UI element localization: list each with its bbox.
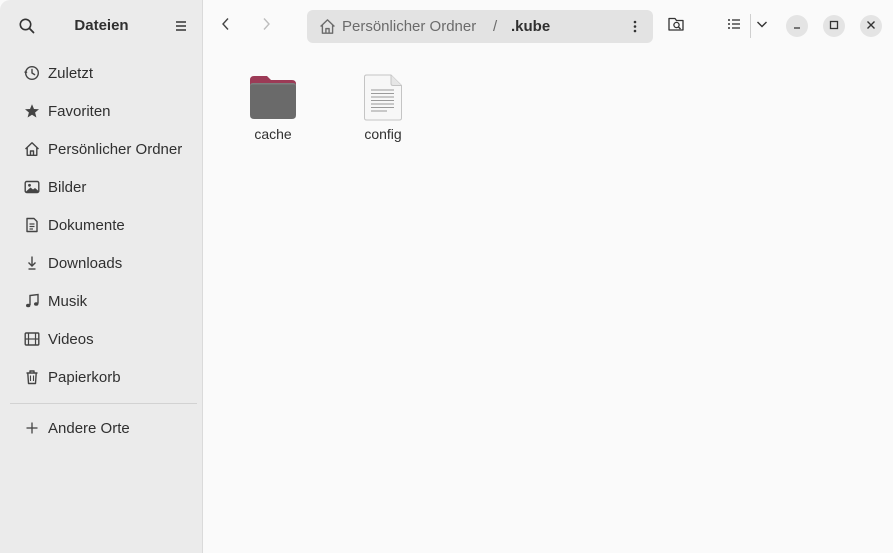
sidebar-item-label: Videos [48, 330, 94, 348]
sidebar-header: Dateien [0, 0, 202, 52]
sidebar-item-label: Bilder [48, 178, 87, 196]
download-icon [23, 254, 41, 272]
sidebar-item-downloads[interactable]: Downloads [10, 246, 195, 280]
list-view-button[interactable] [722, 14, 746, 38]
sidebar-item-label: Papierkorb [48, 368, 121, 386]
image-icon [23, 178, 41, 196]
trash-icon [23, 368, 41, 386]
sidebar-item-favorites[interactable]: Favoriten [10, 94, 195, 128]
home-icon [319, 18, 336, 35]
sidebar-item-label: Zuletzt [48, 64, 94, 82]
maximize-icon [829, 17, 839, 35]
path-segment-current[interactable]: .kube [511, 18, 550, 35]
more-vertical-icon[interactable] [627, 18, 643, 35]
sidebar-divider [10, 403, 197, 404]
sidebar-item-videos[interactable]: Videos [10, 322, 195, 356]
close-icon [866, 17, 876, 35]
music-icon [23, 292, 41, 310]
sidebar-item-other-locations[interactable]: Andere Orte [10, 411, 195, 445]
file-item-document[interactable]: config [338, 74, 428, 142]
plus-icon [23, 419, 41, 437]
clock-icon [23, 64, 41, 82]
sidebar-item-label: Musik [48, 292, 88, 310]
file-manager-window: Dateien Zuletzt Favoriten Persönlicher O… [0, 0, 893, 553]
hamburger-menu-icon[interactable] [171, 16, 191, 36]
close-button[interactable] [860, 15, 882, 37]
file-name: cache [254, 126, 292, 142]
sidebar-item-music[interactable]: Musik [10, 284, 195, 318]
location-bar[interactable]: Persönlicher Ordner / .kube [307, 10, 653, 43]
path-separator: / [493, 18, 498, 35]
document-icon [23, 216, 41, 234]
view-options-button[interactable] [750, 14, 774, 38]
home-icon [23, 140, 41, 158]
back-button[interactable] [214, 14, 238, 38]
sidebar-item-home[interactable]: Persönlicher Ordner [10, 132, 195, 166]
search-folder-icon [667, 15, 685, 38]
sidebar-item-pictures[interactable]: Bilder [10, 170, 195, 204]
sidebar-item-recent[interactable]: Zuletzt [10, 56, 195, 90]
search-files-button[interactable] [664, 14, 688, 38]
sidebar-item-label: Andere Orte [48, 419, 130, 437]
forward-button[interactable] [254, 14, 278, 38]
path-segment-home[interactable]: Persönlicher Ordner [342, 18, 476, 35]
file-item-folder[interactable]: cache [228, 74, 318, 142]
sidebar: Dateien Zuletzt Favoriten Persönlicher O… [0, 0, 203, 553]
chevron-down-icon [755, 17, 769, 36]
sidebar-item-label: Downloads [48, 254, 123, 272]
sidebar-item-label: Dokumente [48, 216, 125, 234]
file-name: config [364, 126, 402, 142]
text-file-icon [338, 74, 428, 121]
minimize-button[interactable] [786, 15, 808, 37]
chevron-left-icon [218, 16, 234, 37]
minimize-icon [792, 17, 802, 35]
film-icon [23, 330, 41, 348]
star-icon [23, 102, 41, 120]
list-view-icon [726, 16, 742, 37]
sidebar-item-documents[interactable]: Dokumente [10, 208, 195, 242]
chevron-right-icon [258, 16, 274, 37]
sidebar-item-label: Favoriten [48, 102, 111, 120]
maximize-button[interactable] [823, 15, 845, 37]
sidebar-item-label: Persönlicher Ordner [48, 140, 183, 158]
sidebar-item-trash[interactable]: Papierkorb [10, 360, 195, 394]
folder-icon [228, 74, 318, 120]
